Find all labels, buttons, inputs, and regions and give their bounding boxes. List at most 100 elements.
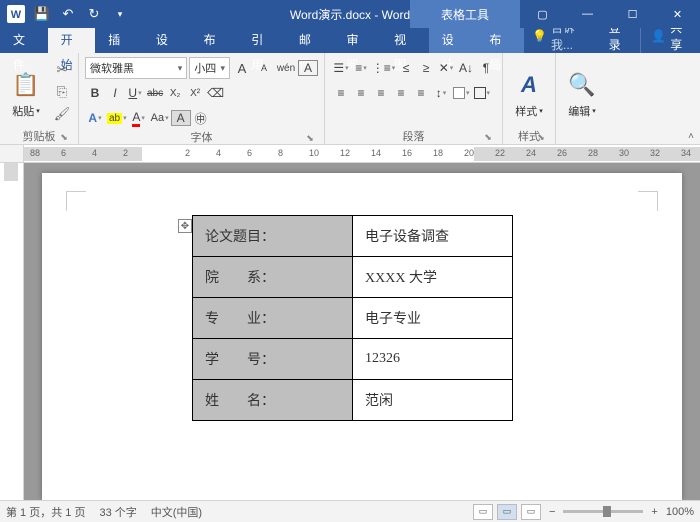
tab-home[interactable]: 开始 <box>48 28 96 53</box>
table-row[interactable]: 学 号：12326 <box>193 339 513 380</box>
table-move-handle[interactable]: ✥ <box>178 219 192 233</box>
table-row[interactable]: 姓 名：范闲 <box>193 380 513 421</box>
highlight-button[interactable]: ab▾ <box>105 108 129 128</box>
paragraph-dialog-launcher[interactable]: ⬊ <box>482 131 494 143</box>
borders-button[interactable]: ▾ <box>472 83 493 103</box>
group-paragraph: ☰▾ ≡▾ ⋮≡▾ ≤ ≥ ✕▾ A↓ ¶ ≡ ≡ ≡ ≡ ≡ ↕▾ ▾ ▾ 段… <box>325 53 503 144</box>
subscript-button[interactable]: X₂ <box>165 83 185 103</box>
styles-button[interactable]: A 样式▾ <box>509 55 549 128</box>
clipboard-dialog-launcher[interactable]: ⬊ <box>58 131 70 143</box>
zoom-out-button[interactable]: − <box>549 506 555 518</box>
char-border-button[interactable]: A <box>298 60 318 76</box>
cell-value[interactable]: 范闲 <box>353 380 513 421</box>
customize-qat-button[interactable]: ▾ <box>108 2 132 26</box>
show-marks-button[interactable]: ¶ <box>476 58 496 78</box>
table-row[interactable]: 论文题目：电子设备调查 <box>193 216 513 257</box>
numbering-button[interactable]: ≡▾ <box>351 58 371 78</box>
cut-button[interactable]: ✂ <box>52 60 72 80</box>
justify-button[interactable]: ≡ <box>391 83 411 103</box>
tab-mailings[interactable]: 邮件 <box>286 28 334 53</box>
contextual-tab-label: 表格工具 <box>410 0 520 28</box>
font-color-button[interactable]: A▾ <box>129 108 149 128</box>
vertical-ruler[interactable] <box>0 163 24 500</box>
copy-button[interactable]: ⎘ <box>52 82 72 102</box>
cell-label[interactable]: 专 业： <box>193 298 353 339</box>
char-shading-button[interactable]: A <box>171 110 191 126</box>
phonetic-guide-button[interactable]: wén <box>276 58 296 78</box>
styles-dialog-launcher[interactable]: ⬊ <box>535 131 547 143</box>
grow-font-button[interactable]: A <box>232 58 252 78</box>
redo-button[interactable]: ↻ <box>82 2 106 26</box>
clear-formatting-button[interactable]: ⌫ <box>205 83 226 103</box>
bold-button[interactable]: B <box>85 83 105 103</box>
close-button[interactable]: ✕ <box>655 0 700 28</box>
editing-button[interactable]: 🔍 编辑▾ <box>562 55 602 128</box>
line-spacing-button[interactable]: ↕▾ <box>431 83 451 103</box>
minimize-button[interactable]: — <box>565 0 610 28</box>
increase-indent-button[interactable]: ≥ <box>416 58 436 78</box>
tab-file[interactable]: 文件 <box>0 28 48 53</box>
table-row[interactable]: 院 系：XXXX 大学 <box>193 257 513 298</box>
cell-label[interactable]: 院 系： <box>193 257 353 298</box>
paste-button[interactable]: 📋 粘贴▾ <box>6 55 46 128</box>
collapse-ribbon-button[interactable]: ˄ <box>688 131 694 142</box>
tab-table-design[interactable]: 设计 <box>429 28 477 53</box>
tab-review[interactable]: 审阅 <box>333 28 381 53</box>
asian-layout-button[interactable]: ✕▾ <box>436 58 456 78</box>
decrease-indent-button[interactable]: ≤ <box>396 58 416 78</box>
shrink-font-button[interactable]: A <box>254 58 274 78</box>
tab-insert[interactable]: 插入 <box>95 28 143 53</box>
change-case-button[interactable]: Aa▾ <box>149 108 171 128</box>
cell-value[interactable]: 电子设备调查 <box>353 216 513 257</box>
document-page[interactable]: ✥ 论文题目：电子设备调查 院 系：XXXX 大学 专 业：电子专业 学 号：1… <box>42 173 682 500</box>
bulb-icon: 💡 <box>532 29 547 43</box>
horizontal-ruler[interactable]: 88642246810121416182022242628303234 <box>0 145 700 163</box>
table-row[interactable]: 专 业：电子专业 <box>193 298 513 339</box>
shading-button[interactable]: ▾ <box>451 83 472 103</box>
tab-table-layout[interactable]: 布局 <box>476 28 524 53</box>
font-size-selector[interactable]: 小四▾ <box>189 57 230 79</box>
tab-design[interactable]: 设计 <box>143 28 191 53</box>
undo-button[interactable]: ↶ <box>56 2 80 26</box>
zoom-slider[interactable] <box>563 510 643 513</box>
zoom-in-button[interactable]: + <box>651 506 657 518</box>
font-dialog-launcher[interactable]: ⬊ <box>304 132 316 144</box>
align-center-button[interactable]: ≡ <box>351 83 371 103</box>
document-title: Word演示.docx - Word <box>290 6 410 23</box>
strikethrough-button[interactable]: abc <box>145 83 165 103</box>
font-name-selector[interactable]: 微软雅黑▾ <box>85 57 187 79</box>
tab-view[interactable]: 视图 <box>381 28 429 53</box>
sort-button[interactable]: A↓ <box>456 58 476 78</box>
web-layout-button[interactable]: ▭ <box>521 504 541 520</box>
format-painter-button[interactable]: 🖌 <box>52 104 72 124</box>
cell-label[interactable]: 姓 名： <box>193 380 353 421</box>
align-left-button[interactable]: ≡ <box>331 83 351 103</box>
save-button[interactable]: 💾 <box>30 2 54 26</box>
status-page[interactable]: 第 1 页，共 1 页 <box>6 504 85 520</box>
underline-button[interactable]: U▾ <box>125 83 145 103</box>
cell-value[interactable]: 12326 <box>353 339 513 380</box>
read-mode-button[interactable]: ▭ <box>473 504 493 520</box>
status-word-count[interactable]: 33 个字 <box>99 504 136 520</box>
distributed-button[interactable]: ≡ <box>411 83 431 103</box>
ribbon-display-options[interactable]: ▢ <box>520 0 565 28</box>
align-right-button[interactable]: ≡ <box>371 83 391 103</box>
multilevel-button[interactable]: ⋮≡▾ <box>371 58 396 78</box>
document-table[interactable]: 论文题目：电子设备调查 院 系：XXXX 大学 专 业：电子专业 学 号：123… <box>192 215 513 421</box>
italic-button[interactable]: I <box>105 83 125 103</box>
zoom-level[interactable]: 100% <box>666 506 694 518</box>
tab-references[interactable]: 引用 <box>238 28 286 53</box>
page-scroll[interactable]: ✥ 论文题目：电子设备调查 院 系：XXXX 大学 专 业：电子专业 学 号：1… <box>24 163 700 500</box>
bullets-button[interactable]: ☰▾ <box>331 58 351 78</box>
text-effects-button[interactable]: A▾ <box>85 108 105 128</box>
tab-layout[interactable]: 布局 <box>191 28 239 53</box>
cell-value[interactable]: 电子专业 <box>353 298 513 339</box>
cell-value[interactable]: XXXX 大学 <box>353 257 513 298</box>
maximize-button[interactable]: ☐ <box>610 0 655 28</box>
status-language[interactable]: 中文(中国) <box>151 504 202 520</box>
enclose-char-button[interactable]: ㊥ <box>191 108 211 128</box>
print-layout-button[interactable]: ▭ <box>497 504 517 520</box>
cell-label[interactable]: 论文题目： <box>193 216 353 257</box>
superscript-button[interactable]: X² <box>185 83 205 103</box>
cell-label[interactable]: 学 号： <box>193 339 353 380</box>
